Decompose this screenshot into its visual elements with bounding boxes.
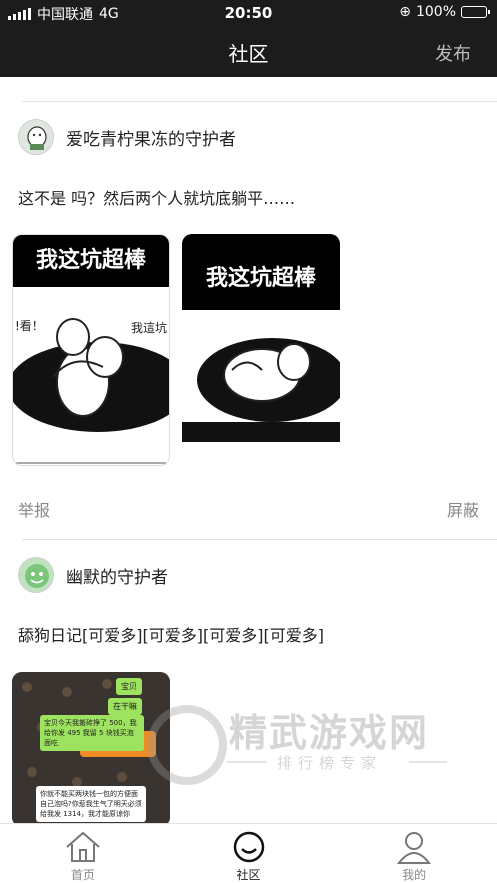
community-feed[interactable]: 爱吃青柠果冻的守护者 这不是 吗？然后两个人就坑底躺平…… 我这坑超棒 !看！ … — [0, 77, 497, 823]
report-button[interactable]: 举报 — [18, 497, 50, 521]
tab-bar: 首页 社区 我的 — [0, 823, 497, 883]
post-header[interactable]: 爱吃青柠果冻的守护者 — [18, 119, 236, 155]
meme-side-text-left: !看！ — [15, 319, 44, 333]
chat-bubble: 你就不能买两块钱一包的方便面自己泡吗?你惹我生气了明天必须给我发 1314，我才… — [36, 786, 146, 822]
chat-bubble: 宝贝 — [116, 678, 142, 695]
tab-label: 我的 — [402, 868, 427, 882]
avatar[interactable] — [18, 119, 54, 155]
status-bar: 中国联通 4G 20:50 ⊕ 100% — [0, 4, 497, 24]
post-username[interactable]: 幽默的守护者 — [66, 563, 168, 588]
battery-icon — [461, 6, 490, 18]
tab-label: 社区 — [236, 868, 261, 882]
battery-percent: 100% — [415, 4, 456, 20]
post-image[interactable]: 我这坑超棒 — [182, 234, 340, 466]
divider — [22, 539, 497, 540]
home-icon — [66, 831, 100, 862]
meme-caption: 我这坑超棒 — [13, 235, 169, 287]
post-image[interactable]: 宝贝 在干嘛 宝贝今天我搬砖挣了 500，我给你发 495 我留 5 块钱买泡面… — [12, 672, 170, 823]
post-text: 这不是 吗？然后两个人就坑底躺平…… — [18, 189, 296, 208]
tab-mine[interactable]: 我的 — [331, 824, 497, 883]
meme-side-text-right: 我這坑 — [130, 321, 167, 335]
tab-home[interactable]: 首页 — [0, 824, 166, 883]
post-text: 舔狗日记[可爱多][可爱多][可爱多][可爱多] — [18, 626, 324, 645]
meme-caption: 我这坑超棒 — [182, 234, 340, 310]
publish-button[interactable]: 发布 — [435, 40, 471, 66]
post-username[interactable]: 爱吃青柠果冻的守护者 — [66, 125, 236, 150]
avatar[interactable] — [18, 557, 54, 593]
chat-bubble: 在干嘛 — [108, 698, 142, 715]
tab-label: 首页 — [70, 868, 95, 882]
block-button[interactable]: 屏蔽 — [447, 497, 479, 521]
user-icon — [397, 832, 432, 864]
rotation-lock-icon: ⊕ — [399, 4, 411, 20]
smile-icon — [233, 831, 264, 863]
post-header[interactable]: 幽默的守护者 — [18, 557, 168, 593]
page-title: 社区 — [228, 42, 269, 66]
top-bar: 中国联通 4G 20:50 ⊕ 100% 社区 发布 — [0, 0, 497, 77]
status-right: ⊕ 100% — [399, 4, 490, 20]
divider — [22, 101, 497, 102]
post-actions: 举报 屏蔽 — [18, 497, 479, 521]
tab-community[interactable]: 社区 — [166, 824, 332, 883]
chat-bubble: 宝贝今天我搬砖挣了 500，我给你发 495 我留 5 块钱买泡面吃 — [40, 715, 144, 751]
post-image[interactable]: 我这坑超棒 !看！ 我這坑 — [12, 234, 170, 466]
